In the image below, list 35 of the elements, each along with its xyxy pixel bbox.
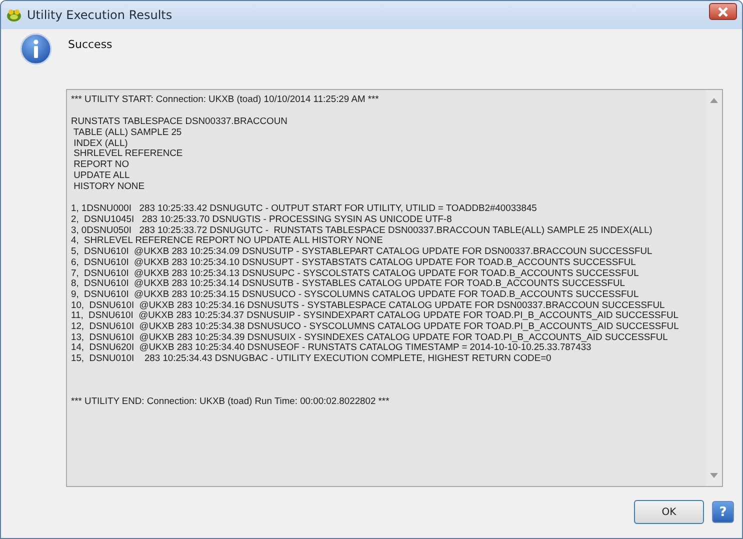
- log-line: 12, DSNU610I @UKXB 283 10:25:34.38 DSNUSUCO - SYSCOLUMNS CATALOG UPDATE FOR TOAD.PI_B_ACCOUNTS_AID SUCCESSFUL: [71, 321, 679, 332]
- frog-icon: [6, 6, 22, 23]
- log-line: 14, DSNU620I @UKXB 283 10:25:34.40 DSNUSEOF - RUNSTATS CATALOG TIMESTAMP = 2014-10-10-10.25.33.787433: [71, 342, 592, 354]
- help-button[interactable]: ?: [712, 501, 734, 524]
- window-title: Utility Execution Results: [27, 8, 172, 22]
- close-button[interactable]: [709, 3, 737, 20]
- log-line: 6, DSNU610I @UKXB 283 10:25:34.10 DSNUSUPT - SYSTABSTATS CATALOG UPDATE FOR TOAD.B_ACCOUNTS SUCCESSFUL: [71, 256, 636, 268]
- close-icon: [717, 6, 729, 17]
- log-line: 5, DSNU610I @UKXB 283 10:25:34.09 DSNUSUTP - SYSTABLEPART CATALOG UPDATE FOR DSN00337.BRACCOUN SUCCESSFUL: [71, 246, 652, 257]
- log-line: REPORT NO: [72, 159, 129, 170]
- ok-button[interactable]: OK: [634, 500, 704, 524]
- log-line: 11, DSNU610I @UKXB 283 10:25:34.37 DSNUSUIP - SYSINDEXPART CATALOG UPDATE FOR TOAD.PI_B_ACCOUNTS_AID SUCCESSFUL: [71, 310, 678, 322]
- log-line: *** UTILITY START: Connection: UKXB (toad) 10/10/2014 11:25:29 AM ***: [71, 94, 379, 104]
- log-line: *** UTILITY END: Connection: UKXB (toad) Run Time: 00:00:02.8022802 ***: [71, 396, 390, 407]
- info-icon: [20, 32, 52, 65]
- status-message: Success: [68, 38, 112, 51]
- log-line: UPDATE ALL: [72, 170, 130, 181]
- log-line: 8, DSNU610I @UKXB 283 10:25:34.14 DSNUSUTB - SYSTABLES CATALOG UPDATE FOR TOAD.B_ACCOUNTS SUCCESSFUL: [71, 278, 625, 289]
- scroll-up-icon[interactable]: [710, 98, 718, 103]
- log-line: 15, DSNU010I 283 10:25:34.43 DSNUGBAC - UTILITY EXECUTION COMPLETE, HIGHEST RETURN CODE=0: [71, 353, 552, 364]
- log-line: 4, SHRLEVEL REFERENCE REPORT NO UPDATE ALL HISTORY NONE: [71, 235, 383, 246]
- log-line: 2, DSNU1045I 283 10:25:33.70 DSNUGTIS - PROCESSING SYSIN AS UNICODE UTF-8: [71, 214, 452, 225]
- scroll-down-icon[interactable]: [710, 472, 718, 478]
- log-line: RUNSTATS TABLESPACE DSN00337.BRACCOUN: [71, 116, 288, 128]
- log-line: TABLE (ALL) SAMPLE 25: [72, 127, 182, 138]
- log-line: HISTORY NONE: [72, 180, 144, 192]
- log-line: 10, DSNU610I @UKXB 283 10:25:34.16 DSNUSUTS - SYSTABLESPACE CATALOG UPDATE FOR DSN00337.BRACCOUN SUCCESSFUL: [71, 300, 665, 310]
- log-line: INDEX (ALL): [72, 138, 128, 148]
- log-line: 1, 1DSNU000I 283 10:25:33.42 DSNUGUTC - OUTPUT START FOR UTILITY, UTILID = TOADDB2#40033845: [71, 203, 537, 214]
- log-line: 13, DSNU610I @UKXB 283 10:25:34.39 DSNUSUIX - SYSINDEXES CATALOG UPDATE FOR TOAD.PI_B_ACCOUNTS_AID SUCCESSFUL: [71, 332, 668, 342]
- log-line: 3, 0DSNU050I 283 10:25:33.72 DSNUGUTC - RUNSTATS TABLESPACE DSN00337.BRACCOUN TABLE(ALL) SAMPLE 25 INDEX(ALL): [71, 224, 652, 236]
- log-line: 7, DSNU610I @UKXB 283 10:25:34.13 DSNUSUPC - SYSCOLSTATS CATALOG UPDATE FOR TOAD.B_ACCOUNTS SUCCESSFUL: [71, 268, 639, 278]
- log-line: SHRLEVEL REFERENCE: [72, 148, 183, 160]
- log-line: 9, DSNU610I @UKXB 283 10:25:34.15 DSNUSUCO - SYSCOLUMNS CATALOG UPDATE FOR TOAD.B_ACCOUNTS SUCCESSFUL: [71, 288, 639, 300]
- scrollbar[interactable]: [706, 90, 722, 486]
